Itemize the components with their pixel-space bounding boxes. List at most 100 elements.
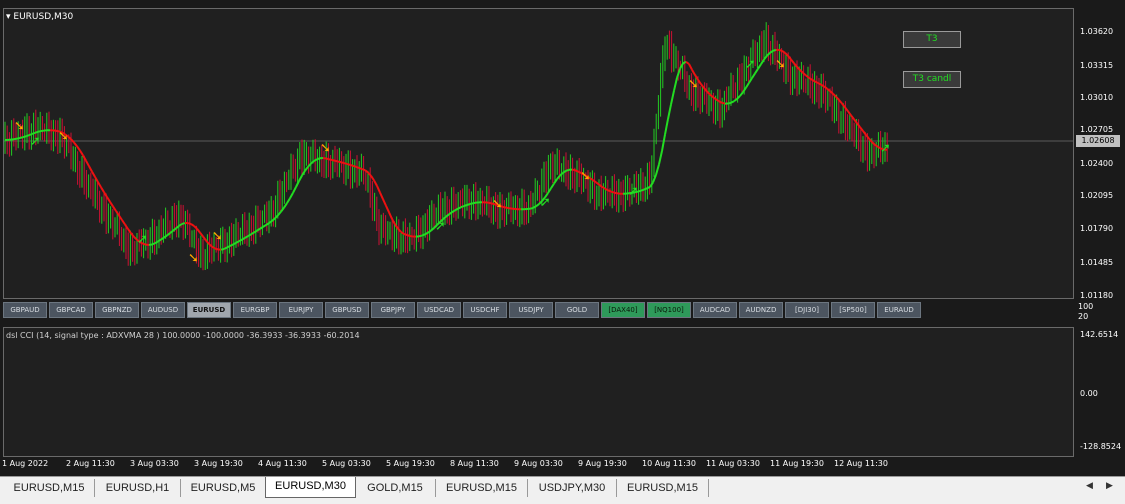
t3-line-segment <box>215 249 218 250</box>
symbol-button-dax40[interactable]: [DAX40] <box>601 302 645 318</box>
t3-line-segment <box>671 91 674 105</box>
t3-line-segment <box>188 223 191 224</box>
t3-line-segment <box>824 86 827 88</box>
t3-line-segment <box>155 241 158 243</box>
t3-line-segment <box>98 182 101 187</box>
t3-line-segment <box>686 62 689 64</box>
signal-arrow-icon: ➘ <box>580 169 591 184</box>
price-tick: 1.02705 <box>1080 125 1113 134</box>
t3-line-segment <box>503 207 506 208</box>
t3-line-segment <box>386 206 389 213</box>
tab-scroll-right-icon[interactable]: ▶ <box>1106 481 1113 491</box>
t3-line-segment <box>281 208 284 212</box>
symbol-button-gbpjpy[interactable]: GBPJPY <box>371 302 415 318</box>
t3-line-segment <box>551 184 554 189</box>
t3-button[interactable]: T3 <box>903 31 961 48</box>
symbol-button-eurjpy[interactable]: EURJPY <box>279 302 323 318</box>
time-tick: 2 Aug 11:30 <box>66 459 115 468</box>
t3-line-segment <box>332 160 335 161</box>
t3-line-segment <box>740 92 743 96</box>
signal-arrow-icon: ➘ <box>492 197 503 212</box>
tab-eurusd-m15-2[interactable]: EURUSD,M15 <box>436 479 528 497</box>
t3-line-segment <box>395 224 398 228</box>
t3-line-segment <box>290 193 293 198</box>
t3-line-segment <box>722 103 725 104</box>
t3-line-segment <box>227 246 230 248</box>
indicator-pane[interactable] <box>3 327 1074 457</box>
symbol-button-audnzd[interactable]: AUDNZD <box>739 302 783 318</box>
indicator-label: dsl CCI (14, signal type : ADXVMA 28 ) 1… <box>6 331 360 340</box>
t3-line-segment <box>287 198 290 203</box>
tab-gold-m15[interactable]: GOLD,M15 <box>355 479 436 497</box>
t3-candl-button[interactable]: T3 candl <box>903 71 961 88</box>
signal-arrow-icon: ➘ <box>58 129 69 144</box>
signal-arrow-icon: ➘ <box>212 229 223 244</box>
tab-eurusd-m15[interactable]: EURUSD,M15 <box>4 479 95 497</box>
scale-label-top: 100 <box>1078 302 1093 312</box>
t3-line-segment <box>815 82 818 84</box>
symbol-button-gbpcad[interactable]: GBPCAD <box>49 302 93 318</box>
symbol-button-eurusd[interactable]: EURUSD <box>187 302 231 318</box>
signal-arrow-icon: ➘ <box>688 77 699 92</box>
t3-line-segment <box>263 225 266 227</box>
price-tick: 1.03010 <box>1080 93 1113 102</box>
t3-line-segment <box>347 164 350 165</box>
symbol-button-audcad[interactable]: AUDCAD <box>693 302 737 318</box>
tab-usdjpy-m30[interactable]: USDJPY,M30 <box>528 479 617 497</box>
symbol-button-dji30[interactable]: [DJI30] <box>785 302 829 318</box>
symbol-button-usdcad[interactable]: USDCAD <box>417 302 461 318</box>
tab-eurusd-m15-3[interactable]: EURUSD,M15 <box>617 479 709 497</box>
symbol-button-nq100[interactable]: [NQ100] <box>647 302 691 318</box>
symbol-button-usdchf[interactable]: USDCHF <box>463 302 507 318</box>
signal-arrow-icon: ➘ <box>188 251 199 266</box>
time-tick: 8 Aug 11:30 <box>450 459 499 468</box>
symbol-button-euraud[interactable]: EURAUD <box>877 302 921 318</box>
t3-line-segment <box>833 94 836 97</box>
t3-line-segment <box>173 228 176 230</box>
t3-line-segment <box>734 99 737 101</box>
symbol-button-eurgbp[interactable]: EURGBP <box>233 302 277 318</box>
indicator-axis: 142.6514 0.00 -128.8524 <box>1074 327 1125 457</box>
t3-line-segment <box>305 167 308 171</box>
time-tick: 5 Aug 03:30 <box>322 459 371 468</box>
t3-line-segment <box>701 84 704 88</box>
t3-line-segment <box>575 170 578 171</box>
symbol-button-sp500[interactable]: [SP500] <box>831 302 875 318</box>
tab-eurusd-m5[interactable]: EURUSD,M5 <box>181 479 266 497</box>
t3-line-segment <box>536 204 539 206</box>
t3-line-segment <box>605 189 608 191</box>
t3-line-segment <box>746 83 749 88</box>
symbol-button-gbpnzd[interactable]: GBPNZD <box>95 302 139 318</box>
t3-line-segment <box>743 88 746 93</box>
t3-line-segment <box>692 70 695 75</box>
t3-line-segment <box>428 231 431 233</box>
t3-line-segment <box>404 234 407 235</box>
tab-scroll-left-icon[interactable]: ◀ <box>1086 481 1093 491</box>
t3-line-segment <box>191 224 194 226</box>
indicator-tick: 142.6514 <box>1080 330 1118 339</box>
t3-line-segment <box>641 190 644 191</box>
symbol-button-gold[interactable]: GOLD <box>555 302 599 318</box>
t3-line-segment <box>560 173 563 176</box>
price-tick: 1.01180 <box>1080 291 1113 300</box>
t3-line-segment <box>818 83 821 85</box>
t3-line-segment <box>338 162 341 163</box>
tab-eurusd-h1[interactable]: EURUSD,H1 <box>95 479 181 497</box>
scale-label-bottom: 20 <box>1078 312 1093 322</box>
t3-line-segment <box>341 162 344 163</box>
symbol-button-gbpaud[interactable]: GBPAUD <box>3 302 47 318</box>
signal-arrow-icon: ➚ <box>880 141 891 156</box>
t3-line-segment <box>806 76 809 78</box>
t3-line-segment <box>752 73 755 78</box>
t3-line-segment <box>323 158 326 159</box>
t3-line-segment <box>158 240 161 242</box>
symbol-button-usdjpy[interactable]: USDJPY <box>509 302 553 318</box>
t3-line-segment <box>566 170 569 171</box>
t3-line-segment <box>38 131 41 132</box>
t3-line-segment <box>452 210 455 212</box>
t3-line-segment <box>422 234 425 235</box>
t3-line-segment <box>230 244 233 246</box>
symbol-button-gbpusd[interactable]: GBPUSD <box>325 302 369 318</box>
symbol-button-audusd[interactable]: AUDUSD <box>141 302 185 318</box>
tab-eurusd-m30[interactable]: EURUSD,M30 <box>265 477 356 498</box>
